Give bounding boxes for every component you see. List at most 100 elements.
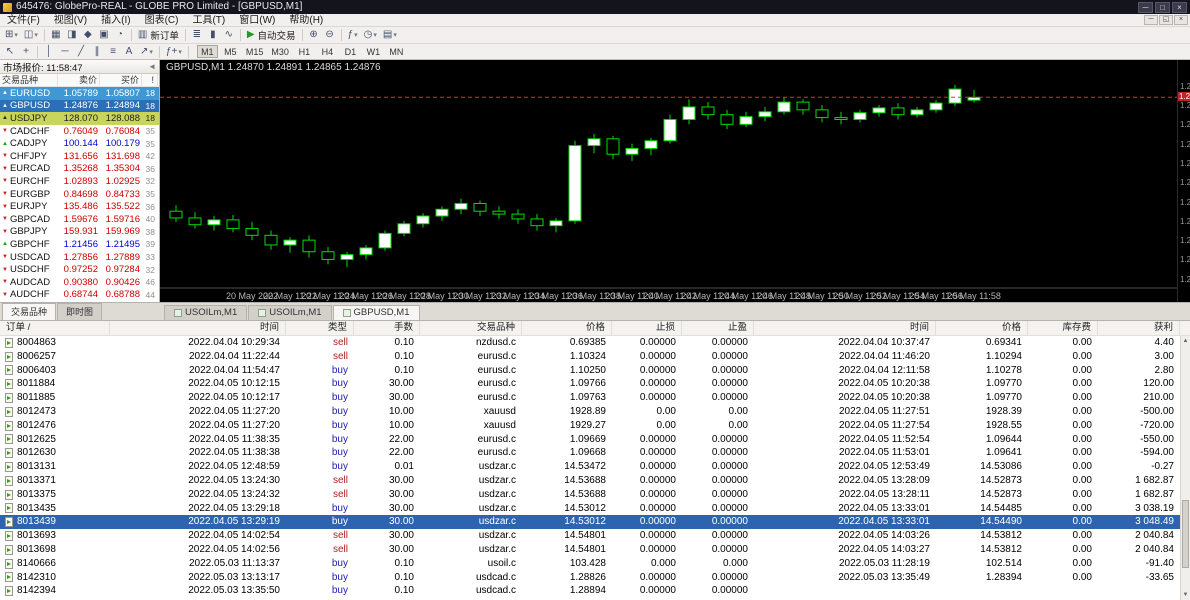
- market-watch-column-header[interactable]: 交易品种: [0, 74, 58, 86]
- collapse-panel-icon[interactable]: ◄: [148, 62, 156, 71]
- timeframe-m15-button[interactable]: M15: [243, 45, 267, 58]
- menu-item[interactable]: 文件(F): [0, 14, 47, 27]
- timeframe-m5-button[interactable]: M5: [220, 45, 241, 58]
- terminal-toggle-button[interactable]: ▣: [96, 28, 112, 42]
- order-row-8012473[interactable]: 80124732022.04.05 11:27:20buy10.00xauusd…: [0, 405, 1180, 419]
- crosshair-tool-button[interactable]: +: [18, 45, 34, 59]
- chart-bars-button[interactable]: ≣: [189, 28, 205, 42]
- order-row-8012476[interactable]: 80124762022.04.05 11:27:20buy10.00xauusd…: [0, 419, 1180, 433]
- market-watch-row-eurgbp[interactable]: ▼EURGBP0.846980.8473335: [0, 188, 159, 201]
- chart-tab-gbpusd-m1[interactable]: GBPUSD,M1: [333, 305, 420, 320]
- timeframe-mn-button[interactable]: MN: [386, 45, 407, 58]
- market-watch-row-gbpjpy[interactable]: ▼GBPJPY159.931159.96938: [0, 226, 159, 239]
- market-watch-row-usdcad[interactable]: ▼USDCAD1.278561.2788933: [0, 251, 159, 264]
- indicator-list-button[interactable]: ƒ+▾: [163, 45, 185, 59]
- terminal-column-header[interactable]: 时间: [110, 321, 286, 335]
- child-restore-button[interactable]: ◱: [1159, 15, 1173, 25]
- order-row-8013693[interactable]: 80136932022.04.05 14:02:54sell30.00usdza…: [0, 529, 1180, 543]
- horizontal-line-tool-button[interactable]: ─: [57, 45, 73, 59]
- order-row-8142310[interactable]: 81423102022.05.03 13:13:17buy0.10usdcad.…: [0, 571, 1180, 585]
- trendline-tool-button[interactable]: ╱: [73, 45, 89, 59]
- vertical-line-tool-button[interactable]: │: [41, 45, 57, 59]
- market-watch-row-cadjpy[interactable]: ▲CADJPY100.144100.17935: [0, 137, 159, 150]
- market-watch-row-eurcad[interactable]: ▼EURCAD1.352681.3530436: [0, 163, 159, 176]
- scroll-up-icon[interactable]: ▲: [1181, 336, 1190, 346]
- menu-item[interactable]: 图表(C): [138, 14, 186, 27]
- scroll-down-icon[interactable]: ▼: [1181, 590, 1190, 600]
- timeframe-m30-button[interactable]: M30: [268, 45, 292, 58]
- timeframe-h4-button[interactable]: H4: [317, 45, 338, 58]
- navigator-toggle-button[interactable]: ◆: [80, 28, 96, 42]
- strategy-tester-button[interactable]: ◔: [112, 28, 128, 42]
- terminal-column-header[interactable]: 价格: [522, 321, 612, 335]
- market-watch-row-audcad[interactable]: ▼AUDCAD0.903800.9042646: [0, 276, 159, 289]
- order-row-8013435[interactable]: 80134352022.04.05 13:29:18buy30.00usdzar…: [0, 502, 1180, 516]
- minimize-button[interactable]: ─: [1138, 2, 1153, 13]
- order-row-8012630[interactable]: 80126302022.04.05 11:38:38buy22.00eurusd…: [0, 446, 1180, 460]
- indicators-button[interactable]: ƒ▾: [345, 28, 361, 42]
- fibonacci-tool-button[interactable]: ≡: [105, 45, 121, 59]
- maximize-button[interactable]: □: [1155, 2, 1170, 13]
- cursor-tool-button[interactable]: ↖: [2, 45, 18, 59]
- arrows-tool-button[interactable]: ↗▾: [137, 45, 156, 59]
- terminal-scrollbar[interactable]: ▲ ▼: [1180, 336, 1190, 600]
- order-row-8140666[interactable]: 81406662022.05.03 11:13:37buy0.10usoil.c…: [0, 557, 1180, 571]
- order-row-8142394[interactable]: 81423942022.05.03 13:35:50buy0.10usdcad.…: [0, 584, 1180, 598]
- menu-item[interactable]: 窗口(W): [232, 14, 282, 27]
- market-watch-row-usdchf[interactable]: ▼USDCHF0.972520.9728432: [0, 263, 159, 276]
- order-row-8006257[interactable]: 80062572022.04.04 11:22:44sell0.10eurusd…: [0, 350, 1180, 364]
- order-row-8013698[interactable]: 80136982022.04.05 14:02:56sell30.00usdza…: [0, 543, 1180, 557]
- periods-button[interactable]: ◷▾: [361, 28, 380, 42]
- market-watch-row-cadchf[interactable]: ▼CADCHF0.760490.7608435: [0, 125, 159, 138]
- menu-item[interactable]: 帮助(H): [282, 14, 330, 27]
- terminal-column-header[interactable]: 手数: [354, 321, 420, 335]
- zoom-in-button[interactable]: ⊕: [306, 28, 322, 42]
- candlestick-chart[interactable]: 20 May 202220 May 11:2220 May 11:2420 Ma…: [160, 60, 1177, 302]
- data-window-toggle-button[interactable]: ◨: [64, 28, 80, 42]
- market-watch-row-eurchf[interactable]: ▼EURCHF1.028931.0292532: [0, 175, 159, 188]
- new-chart-button[interactable]: ⊞▾: [2, 28, 21, 42]
- close-button[interactable]: ×: [1172, 2, 1187, 13]
- child-close-button[interactable]: ×: [1174, 15, 1188, 25]
- market-watch-row-gbpusd[interactable]: ▲GBPUSD1.248761.2489418: [0, 100, 159, 113]
- templates-button[interactable]: ▤▾: [380, 28, 400, 42]
- terminal-column-header[interactable]: 交易品种: [420, 321, 522, 335]
- terminal-column-header[interactable]: 止损: [612, 321, 682, 335]
- market-watch-column-header[interactable]: 卖价: [58, 74, 100, 86]
- order-row-8013439[interactable]: 80134392022.04.05 13:29:19buy30.00usdzar…: [0, 515, 1180, 529]
- market-watch-tab-active[interactable]: 交易品种: [2, 303, 56, 320]
- text-tool-button[interactable]: A: [121, 45, 137, 59]
- market-watch-row-usdjpy[interactable]: ▲USDJPY128.070128.08818: [0, 112, 159, 125]
- terminal-column-header[interactable]: 库存费: [1028, 321, 1098, 335]
- order-row-8006403[interactable]: 80064032022.04.04 11:54:47buy0.10eurusd.…: [0, 364, 1180, 378]
- timeframe-h1-button[interactable]: H1: [294, 45, 315, 58]
- order-row-8011884[interactable]: 80118842022.04.05 10:12:15buy30.00eurusd…: [0, 377, 1180, 391]
- market-watch-tab-inactive[interactable]: 即时图: [57, 303, 102, 320]
- terminal-column-header[interactable]: 止盈: [682, 321, 754, 335]
- order-row-8013371[interactable]: 80133712022.04.05 13:24:30sell30.00usdza…: [0, 474, 1180, 488]
- timeframe-m1-button[interactable]: M1: [197, 45, 218, 58]
- market-watch-column-header[interactable]: 买价: [100, 74, 142, 86]
- order-row-8011885[interactable]: 80118852022.04.05 10:12:17buy30.00eurusd…: [0, 391, 1180, 405]
- terminal-column-header[interactable]: 类型: [286, 321, 354, 335]
- terminal-column-header[interactable]: 获利: [1098, 321, 1180, 335]
- order-row-8004863[interactable]: 80048632022.04.04 10:29:34sell0.10nzdusd…: [0, 336, 1180, 350]
- market-watch-row-eurjpy[interactable]: ▼EURJPY135.486135.52236: [0, 200, 159, 213]
- market-watch-toggle-button[interactable]: ▦: [48, 28, 64, 42]
- order-row-8012625[interactable]: 80126252022.04.05 11:38:35buy22.00eurusd…: [0, 433, 1180, 447]
- market-watch-row-gbpchf[interactable]: ▲GBPCHF1.214561.2149539: [0, 238, 159, 251]
- zoom-out-button[interactable]: ⊖: [322, 28, 338, 42]
- menu-item[interactable]: 插入(I): [94, 14, 137, 27]
- chart-tab-usoilm-m1[interactable]: USOILm,M1: [248, 305, 331, 320]
- scrollbar-thumb[interactable]: [1182, 500, 1189, 569]
- timeframe-d1-button[interactable]: D1: [340, 45, 361, 58]
- new-order-button[interactable]: ▥新订单: [135, 28, 182, 42]
- market-watch-row-eurusd[interactable]: ▲EURUSD1.057891.0580718: [0, 87, 159, 100]
- terminal-column-header[interactable]: 订单 /: [0, 321, 110, 335]
- terminal-column-header[interactable]: 时间: [754, 321, 936, 335]
- order-row-8013131[interactable]: 80131312022.04.05 12:48:59buy0.01usdzar.…: [0, 460, 1180, 474]
- timeframe-w1-button[interactable]: W1: [363, 45, 384, 58]
- order-row-8013375[interactable]: 80133752022.04.05 13:24:32sell30.00usdza…: [0, 488, 1180, 502]
- market-watch-row-audchf[interactable]: ▼AUDCHF0.687440.6878844: [0, 289, 159, 302]
- market-watch-row-gbpcad[interactable]: ▼GBPCAD1.596761.5971640: [0, 213, 159, 226]
